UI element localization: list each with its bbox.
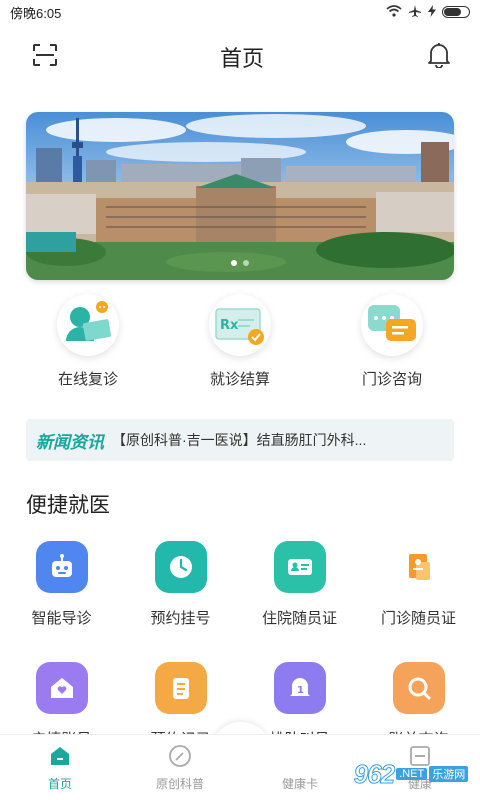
svg-text:1: 1 — [297, 685, 304, 696]
scan-icon — [32, 43, 58, 72]
hospital-photo — [26, 112, 454, 280]
quick-action-consultation[interactable]: 门诊咨询 — [332, 294, 452, 389]
tab-popular-science[interactable]: 原创科普 — [140, 743, 220, 792]
online-consult-icon — [57, 294, 119, 356]
quick-action-online-consult[interactable]: 在线复诊 — [28, 294, 148, 389]
service-inpatient-pass[interactable]: 住院随员证 — [240, 541, 359, 628]
service-label: 预约挂号 — [150, 610, 211, 627]
service-grid: 智能导诊 预约挂号 住院随员证 门诊随员证 亲情账号 预约记录 1 排队叫号 — [0, 541, 480, 749]
charging-icon — [428, 4, 436, 20]
service-appointment[interactable]: 预约挂号 — [121, 541, 240, 628]
tab-label: 健康卡 — [281, 777, 318, 791]
wifi-icon — [386, 4, 402, 20]
tab-home[interactable]: 首页 — [20, 743, 100, 792]
airplane-icon — [408, 4, 422, 21]
carousel-dot[interactable] — [243, 260, 249, 266]
service-label: 住院随员证 — [261, 610, 337, 627]
badge-icon — [392, 541, 445, 593]
news-ticker[interactable]: 新闻资讯 【原创科普·吉一医说】结直肠肛门外科... — [26, 419, 454, 461]
search-icon — [392, 662, 445, 714]
tab-label: 原创科普 — [155, 777, 204, 791]
id-card-icon — [273, 541, 326, 593]
service-outpatient-pass[interactable]: 门诊随员证 — [359, 541, 478, 628]
watermark-sub: 乐游网 — [429, 766, 469, 782]
quick-action-label: 就诊结算 — [209, 371, 270, 388]
section-title: 便捷就医 — [26, 494, 110, 517]
robot-icon — [35, 541, 88, 593]
carousel-dot[interactable] — [231, 260, 237, 266]
news-headline[interactable]: 【原创科普·吉一医说】结直肠肛门外科... — [112, 430, 366, 450]
queue-bell-icon: 1 — [273, 662, 326, 714]
page-title: 首页 — [219, 46, 264, 71]
site-watermark: 962 .NET 乐游网 — [348, 754, 474, 794]
quick-action-label: 门诊咨询 — [361, 371, 422, 388]
svg-text:Rx: Rx — [220, 318, 239, 333]
clock-icon — [154, 541, 207, 593]
watermark-domain: .NET — [396, 768, 428, 780]
service-label: 门诊随员证 — [380, 610, 456, 627]
banner-carousel[interactable] — [26, 112, 454, 280]
notification-button[interactable] — [424, 42, 454, 72]
status-icons — [386, 4, 470, 21]
bell-icon — [427, 42, 451, 73]
carousel-indicators — [26, 260, 454, 266]
tab-health-card[interactable]: 健康卡 — [260, 743, 340, 792]
news-tag: 新闻资讯 — [36, 432, 104, 452]
list-icon — [154, 662, 207, 714]
status-bar: 傍晚6:05 — [0, 0, 480, 24]
quick-action-label: 在线复诊 — [57, 371, 118, 388]
chat-icon — [361, 294, 423, 356]
status-time: 傍晚6:05 — [10, 5, 62, 21]
battery-icon — [442, 6, 470, 18]
prescription-icon: Rx — [209, 294, 271, 356]
header: 首页 — [0, 24, 480, 90]
service-smart-guide[interactable]: 智能导诊 — [2, 541, 121, 628]
battery-level — [444, 8, 461, 16]
quick-actions: 在线复诊 Rx 就诊结算 门诊咨询 — [0, 294, 480, 389]
quick-action-settlement[interactable]: Rx 就诊结算 — [180, 294, 300, 389]
compass-icon — [167, 743, 193, 769]
home-icon — [47, 743, 73, 769]
home-heart-icon — [35, 662, 88, 714]
watermark-main: 962 — [353, 758, 395, 789]
scan-button[interactable] — [30, 42, 60, 72]
service-label: 智能导诊 — [31, 610, 92, 627]
tab-label: 首页 — [47, 777, 72, 791]
